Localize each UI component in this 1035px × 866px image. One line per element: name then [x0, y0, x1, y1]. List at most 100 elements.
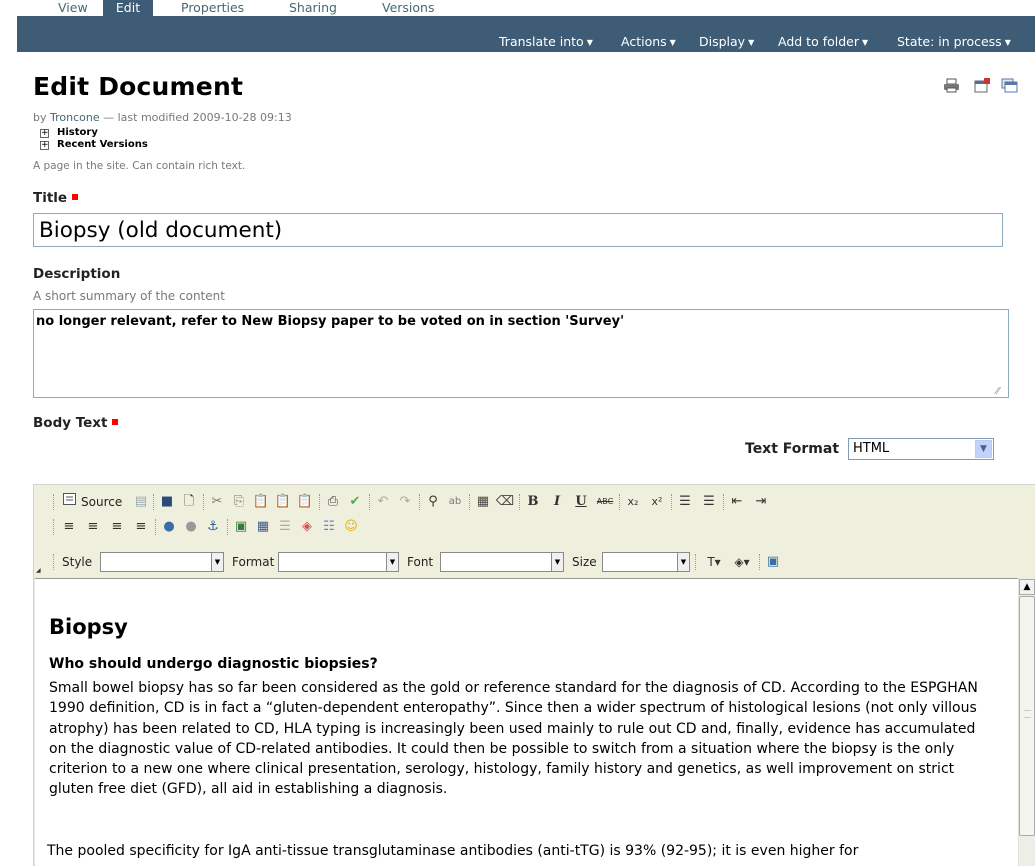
modified-date: — last modified 2009-10-28 09:13 [103, 111, 292, 124]
resize-grip-icon[interactable]: ⁄⁄ [996, 386, 999, 397]
type-description: A page in the site. Can contain rich tex… [33, 160, 246, 172]
copy-icon[interactable]: ⎘ [229, 491, 249, 513]
send-to-icon[interactable] [1001, 78, 1018, 93]
align-justify-icon[interactable]: ≡ [131, 516, 151, 538]
indent-icon[interactable]: ⇥ [751, 491, 771, 513]
tab-properties[interactable]: Properties [169, 0, 256, 17]
save-icon[interactable]: ■ [157, 491, 177, 513]
toolbar-separator [369, 494, 370, 510]
outdent-icon[interactable]: ⇤ [727, 491, 747, 513]
text-format-label: Text Format [745, 441, 840, 457]
background-color-icon[interactable]: ◈▾ [729, 551, 755, 573]
anchor-icon[interactable]: ⚓ [203, 516, 223, 538]
undo-icon[interactable]: ↶ [373, 491, 393, 513]
align-center-icon[interactable]: ≡ [83, 516, 103, 538]
print-icon[interactable]: ⎙ [323, 491, 343, 513]
collapse-toolbar-icon[interactable]: ◢ [36, 567, 41, 574]
full-screen-icon[interactable] [974, 78, 991, 93]
add-to-folder-menu[interactable]: Add to folder ▼ [778, 31, 868, 52]
text-color-icon[interactable]: T▾ [701, 551, 727, 573]
size-label: Size [572, 555, 597, 569]
description-label: Description [33, 266, 121, 282]
description-field[interactable]: no longer relevant, refer to New Biopsy … [33, 309, 1009, 398]
paste-icon[interactable]: 📋 [251, 491, 271, 513]
tab-sharing[interactable]: Sharing [277, 0, 349, 17]
display-menu[interactable]: Display ▼ [699, 31, 754, 52]
print-icon[interactable] [943, 78, 960, 93]
toolbar-separator [695, 554, 696, 570]
italic-icon[interactable]: I [547, 491, 567, 513]
link-icon[interactable]: ● [159, 516, 179, 538]
scroll-up-arrow-icon[interactable]: ▲ [1019, 579, 1035, 595]
required-icon [112, 419, 119, 425]
paste-text-icon[interactable]: 📋 [273, 491, 293, 513]
toolbar-row-3: Style ▼ Format ▼ Font ▼ Size ▼ T▾ ◈▾ ▣ [53, 551, 1013, 573]
unlink-icon[interactable]: ● [181, 516, 201, 538]
paste-word-icon[interactable]: 📋 [295, 491, 315, 513]
spellcheck-icon[interactable]: ✔ [345, 491, 365, 513]
source-icon[interactable] [59, 491, 79, 513]
underline-icon[interactable]: U [571, 491, 591, 513]
redo-icon[interactable]: ↷ [395, 491, 415, 513]
bold-icon[interactable]: B [523, 491, 543, 513]
numbered-list-icon[interactable]: ☰ [675, 491, 695, 513]
tab-versions[interactable]: Versions [370, 0, 446, 17]
state-label: State: in process [897, 34, 1002, 49]
special-char-icon[interactable]: ◈ [297, 516, 317, 538]
byline: by Troncone — last modified 2009-10-28 0… [33, 111, 292, 124]
content-actions: Translate into ▼ Actions ▼ Display ▼ Add to… [17, 31, 1035, 52]
cut-icon[interactable]: ✂ [207, 491, 227, 513]
content-subheading: Who should undergo diagnostic biopsies? [49, 656, 378, 672]
body-text-label: Body Text [33, 415, 119, 431]
toolbar-separator [155, 519, 156, 535]
toolbar-separator [619, 494, 620, 510]
remove-format-icon[interactable]: ⌫ [495, 491, 515, 513]
recent-versions-toggle[interactable]: + Recent Versions [40, 139, 148, 150]
strikethrough-icon[interactable]: ABC [595, 491, 615, 513]
editor-content-area[interactable]: Biopsy Who should undergo diagnostic bio… [35, 578, 1018, 866]
size-select[interactable]: ▼ [602, 552, 690, 572]
author-link[interactable]: Troncone [50, 111, 100, 124]
text-format-select[interactable]: HTML ▼ [848, 438, 994, 460]
scroll-thumb[interactable] [1019, 596, 1035, 836]
preview-icon[interactable]: 🗋 [179, 491, 199, 513]
recent-versions-label: Recent Versions [57, 139, 148, 150]
font-select[interactable]: ▼ [440, 552, 564, 572]
chevron-down-icon: ▼ [1004, 38, 1011, 47]
find-icon[interactable]: ⚲ [423, 491, 443, 513]
editor-toolbar: ◢ Source ▤ ■ 🗋 ✂ ⎘ 📋 📋 📋 ⎙ ✔ ↶ ↷ ⚲ ab ▦ … [34, 485, 1035, 578]
title-field[interactable] [33, 213, 1003, 247]
image-icon[interactable]: ▣ [231, 516, 251, 538]
toolbar-separator [227, 519, 228, 535]
content-tabs: View Edit Properties Sharing Versions [0, 0, 1035, 17]
state-menu[interactable]: State: in process ▼ [897, 31, 1011, 52]
replace-icon[interactable]: ab [445, 491, 465, 513]
horizontal-rule-icon[interactable]: ☰ [275, 516, 295, 538]
history-label: History [57, 127, 98, 138]
subscript-icon[interactable]: x₂ [623, 491, 643, 513]
table-icon[interactable]: ▦ [253, 516, 273, 538]
superscript-icon[interactable]: x² [647, 491, 667, 513]
tab-view[interactable]: View [46, 0, 100, 17]
source-button[interactable]: Source [81, 491, 122, 513]
history-toggle[interactable]: + History [40, 127, 98, 138]
bulleted-list-icon[interactable]: ☰ [699, 491, 719, 513]
page-break-icon[interactable]: ☷ [319, 516, 339, 538]
actions-menu[interactable]: Actions ▼ [621, 31, 676, 52]
smiley-icon[interactable]: ☺ [341, 516, 361, 538]
style-select[interactable]: ▼ [100, 552, 224, 572]
select-all-icon[interactable]: ▦ [473, 491, 493, 513]
toolbar-separator [203, 494, 204, 510]
align-left-icon[interactable]: ≡ [59, 516, 79, 538]
tab-edit[interactable]: Edit [103, 0, 153, 17]
templates-icon[interactable]: ▤ [131, 491, 151, 513]
translate-menu[interactable]: Translate into ▼ [499, 31, 593, 52]
maximize-icon[interactable]: ▣ [763, 551, 783, 573]
editor-scrollbar[interactable]: ▲ [1018, 578, 1035, 866]
toolbar-separator [419, 494, 420, 510]
title-label: Title [33, 190, 79, 206]
content-heading: Biopsy [49, 615, 128, 639]
format-select[interactable]: ▼ [278, 552, 399, 572]
chevron-down-icon: ▼ [669, 38, 676, 47]
align-right-icon[interactable]: ≡ [107, 516, 127, 538]
